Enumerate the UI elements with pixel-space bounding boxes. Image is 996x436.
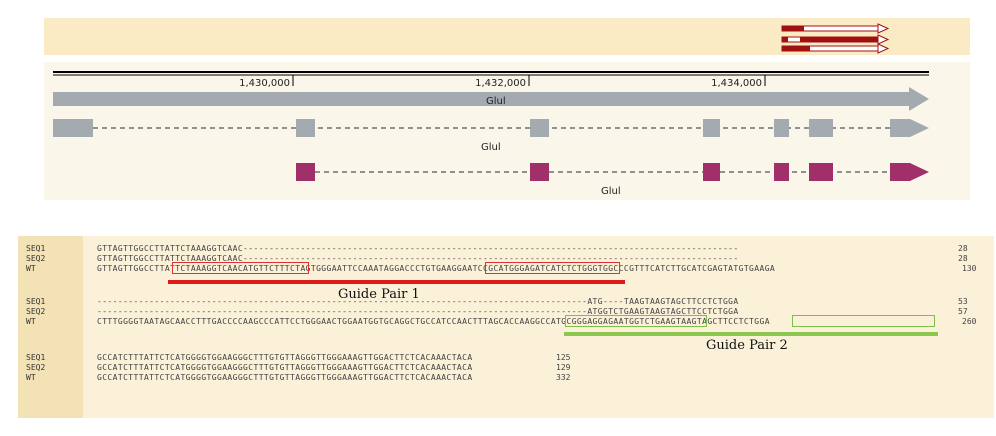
seq-end-count: 332: [556, 373, 571, 382]
seq-name-seq1: SEQ1: [26, 244, 46, 253]
transcript2-exon[interactable]: [530, 163, 549, 181]
transcript1-label: Glul: [481, 142, 501, 153]
transcript2-label: Glul: [601, 186, 621, 197]
genome-browser: 1,430,000 1,432,000 1,434,000 Glul Glul Gl…: [44, 18, 970, 200]
sequence-alignment-panel: SEQ1 SEQ2 WT GTTAGTTGGCCTTATTCTAAAGGTCAA…: [18, 236, 994, 418]
gene-label: Glul: [486, 96, 506, 107]
seq-line-seq1: GTTAGTTGGCCTTATTCTAAAGGTCAAC------------…: [97, 244, 739, 253]
seq-line-seq2: GCCATCTTTATTCTCATGGGGTGGAAGGGCTTTGTGTTAG…: [97, 363, 473, 372]
mini-exon: [782, 26, 804, 31]
seq-name-seq2: SEQ2: [26, 307, 46, 316]
transcript1-exon[interactable]: [774, 119, 789, 137]
seq-name-seq1: SEQ1: [26, 297, 46, 306]
seq-line-seq1: ----------------------------------------…: [97, 297, 739, 306]
seq-line-wt: GCCATCTTTATTCTCATGGGGTGGAAGGGCTTTGTGTTAG…: [97, 373, 473, 382]
mini-exon: [782, 46, 810, 51]
seq-end-count: 57: [958, 307, 968, 316]
overview-mini-transcripts[interactable]: [781, 23, 890, 54]
seq-name-seq2: SEQ2: [26, 254, 46, 263]
guide1a-box: [172, 262, 309, 274]
seq-line-seq1: GCCATCTTTATTCTCATGGGGTGGAAGGGCTTTGTGTTAG…: [97, 353, 473, 362]
mini-exon: [800, 37, 880, 42]
seq-name-seq1: SEQ1: [26, 353, 46, 362]
guide2b-box: [792, 315, 935, 327]
transcript1-exon[interactable]: [296, 119, 315, 137]
seq-end-count: 130: [962, 264, 977, 273]
guide-pair2-underline: [564, 332, 938, 336]
mini-exon: [782, 37, 788, 42]
transcript2-exon[interactable]: [774, 163, 789, 181]
seq-end-count: 260: [962, 317, 977, 326]
seq-end-count: 53: [958, 297, 968, 306]
transcript2-exon[interactable]: [809, 163, 833, 181]
seq-name-wt: WT: [26, 317, 36, 326]
transcript1-exon[interactable]: [809, 119, 833, 137]
guide1b-box: [485, 262, 620, 274]
guide2a-box: [565, 315, 707, 327]
seq-end-count: 28: [958, 254, 968, 263]
seq-end-count: 125: [556, 353, 571, 362]
ruler-tick-label-2: 1,434,000: [711, 78, 762, 89]
transcript1-exon[interactable]: [53, 119, 93, 137]
seq-end-count: 129: [556, 363, 571, 372]
ruler-tick-label-1: 1,432,000: [475, 78, 526, 89]
guide-pair1-underline: [168, 280, 625, 284]
transcript1-exon[interactable]: [530, 119, 549, 137]
transcript2-exon[interactable]: [703, 163, 720, 181]
seq-name-wt: WT: [26, 373, 36, 382]
seq-end-count: 28: [958, 244, 968, 253]
transcript2-exon[interactable]: [296, 163, 315, 181]
seq-name-seq2: SEQ2: [26, 363, 46, 372]
guide-pair2-label: Guide Pair 2: [706, 338, 788, 353]
transcript1-exon[interactable]: [703, 119, 720, 137]
seq-name-wt: WT: [26, 264, 36, 273]
gene-bar[interactable]: [53, 92, 911, 106]
ruler-tick-label-0: 1,430,000: [239, 78, 290, 89]
